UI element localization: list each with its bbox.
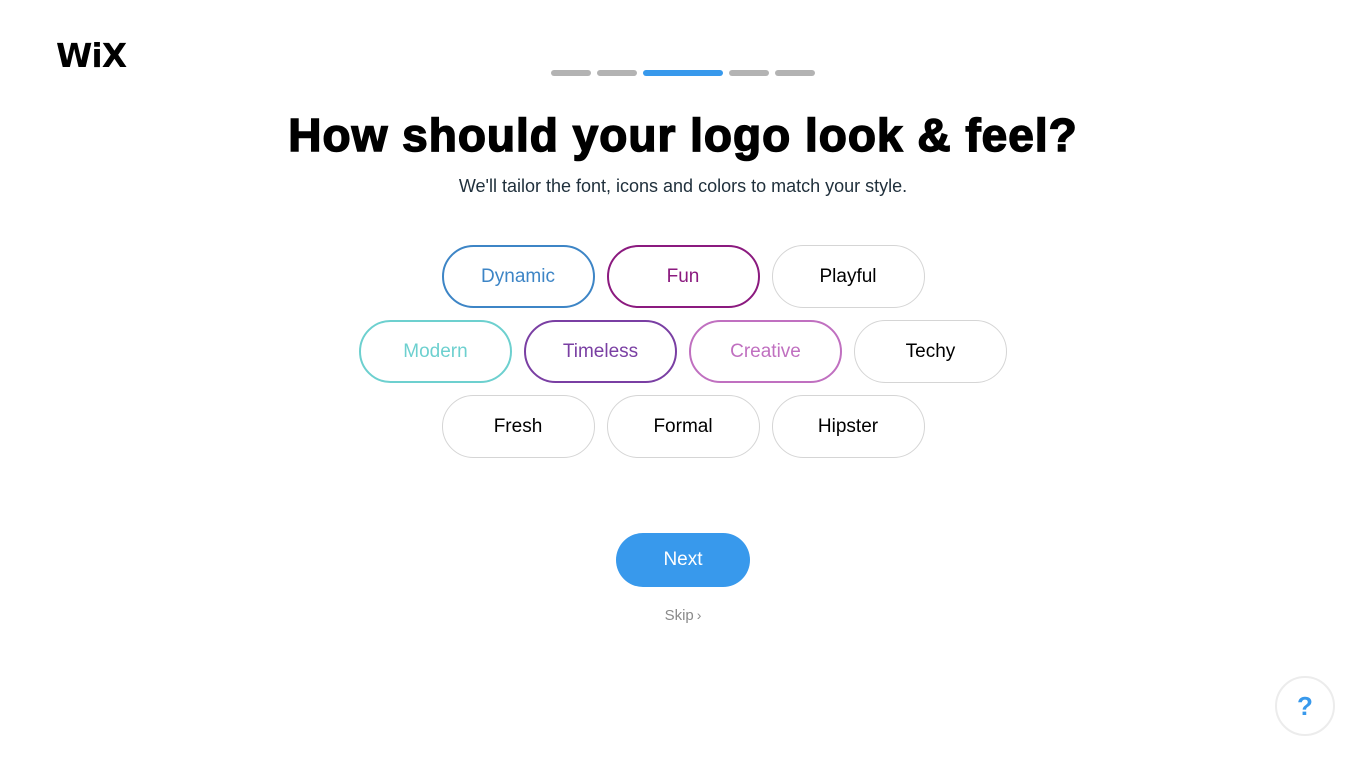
style-options-row-1: Dynamic Fun Playful xyxy=(0,245,1366,308)
style-option-fun[interactable]: Fun xyxy=(606,245,760,308)
progress-indicator xyxy=(551,70,815,76)
style-option-fresh[interactable]: Fresh xyxy=(441,395,595,458)
style-option-dynamic[interactable]: Dynamic xyxy=(441,245,595,308)
help-button[interactable]: ? xyxy=(1275,676,1335,736)
style-options-row-3: Fresh Formal Hipster xyxy=(0,395,1366,458)
progress-step-5 xyxy=(775,70,815,76)
wix-logo: WiX xyxy=(56,36,127,75)
style-option-timeless[interactable]: Timeless xyxy=(524,320,677,383)
skip-label: Skip xyxy=(664,607,694,624)
chevron-right-icon: › xyxy=(696,607,702,623)
style-option-hipster[interactable]: Hipster xyxy=(771,395,925,458)
page-title: How should your logo look & feel? xyxy=(288,108,1078,162)
style-option-techy[interactable]: Techy xyxy=(854,320,1007,383)
progress-step-2 xyxy=(597,70,637,76)
style-option-formal[interactable]: Formal xyxy=(606,395,760,458)
style-option-modern[interactable]: Modern xyxy=(359,320,512,383)
progress-step-3-current xyxy=(643,70,723,76)
page-subtitle: We'll tailor the font, icons and colors … xyxy=(458,176,908,196)
style-option-creative[interactable]: Creative xyxy=(689,320,842,383)
progress-step-1 xyxy=(551,70,591,76)
style-option-playful[interactable]: Playful xyxy=(771,245,925,308)
progress-step-4 xyxy=(729,70,769,76)
next-button[interactable]: Next xyxy=(616,533,750,587)
skip-link[interactable]: Skip › xyxy=(0,607,1366,624)
style-options-row-2: Modern Timeless Creative Techy xyxy=(0,320,1366,383)
question-mark-icon: ? xyxy=(1297,690,1313,721)
